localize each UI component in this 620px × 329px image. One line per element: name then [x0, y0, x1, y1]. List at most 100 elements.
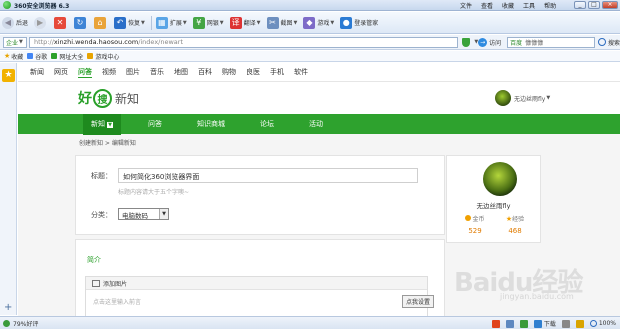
url-input[interactable]: http://xinzhi.wenda.haosou.com/index/new… — [28, 36, 459, 48]
shield-icon[interactable] — [462, 37, 471, 47]
nav-mobile[interactable]: 手机 — [270, 67, 284, 77]
xp-value: 468 — [508, 227, 522, 235]
mode-selector[interactable]: 企业 ▼ — [3, 36, 27, 48]
section-nav-qa[interactable]: 问答 — [148, 119, 162, 129]
nav-news[interactable]: 新闻 — [30, 67, 44, 77]
search-input[interactable]: 百度 慷慷慷 — [507, 36, 596, 48]
menu-favorites[interactable]: 收藏 — [502, 1, 514, 10]
back-button[interactable]: ◀ 后退 — [2, 16, 28, 29]
maximize-button[interactable]: □ — [588, 1, 600, 9]
ime-logo-icon — [491, 319, 500, 328]
chevron-down-icon: ▼ — [293, 19, 298, 26]
url-actions: ▼ → 访问 — [462, 37, 501, 47]
search-button-label: 搜索 — [608, 39, 620, 47]
add-icon[interactable]: + — [4, 302, 12, 313]
menu-help[interactable]: 帮助 — [544, 1, 556, 10]
favorites-menu[interactable]: ★ 收藏 — [4, 52, 23, 61]
logo-hao: 好 — [78, 91, 92, 107]
stop-button[interactable]: ✕ — [54, 16, 68, 29]
login-button[interactable]: ● 登录管家 — [340, 16, 378, 29]
section-nav-xinzhi-label: 新知 — [91, 120, 105, 128]
tray-icon-4[interactable] — [575, 319, 584, 328]
game-button[interactable]: ◆ 游戏 ▼ — [303, 16, 334, 29]
category-select[interactable]: 电脑数码 ▼ — [118, 208, 169, 220]
settings-tip-button[interactable]: 点我设置 — [402, 295, 435, 308]
section-nav-forum[interactable]: 论坛 — [260, 119, 274, 129]
menu-bar: 文件 查看 收藏 工具 帮助 — [460, 0, 565, 11]
tray-icon-2[interactable] — [519, 319, 528, 328]
nav-map[interactable]: 地图 — [174, 67, 188, 77]
nav-baike[interactable]: 百科 — [198, 67, 212, 77]
title-bar: 360安全浏览器 6.3 文件 查看 收藏 工具 帮助 _ □ × — [0, 0, 620, 11]
chevron-down-icon: ▼ — [182, 19, 187, 26]
fav-hao360[interactable]: 网址大全 — [51, 52, 83, 61]
nav-software[interactable]: 软件 — [294, 67, 308, 77]
game-label: 游戏 — [317, 20, 330, 27]
restore-button[interactable]: ↶ 恢复 ▼ — [114, 16, 145, 29]
go-icon[interactable]: → — [478, 37, 488, 47]
screenshot-label: 截图 — [280, 20, 293, 27]
section-nav-events[interactable]: 活动 — [309, 119, 323, 129]
favorites-star-icon[interactable]: ★ — [2, 69, 15, 82]
menu-tools[interactable]: 工具 — [523, 1, 535, 10]
nav-video[interactable]: 视频 — [102, 67, 116, 77]
avatar[interactable] — [483, 162, 517, 196]
search-text: 慷慷慷 — [525, 39, 544, 47]
menu-view[interactable]: 查看 — [481, 1, 493, 10]
site-logo[interactable]: 好 搜 新知 — [78, 88, 139, 108]
ime-icon[interactable] — [491, 319, 500, 328]
fav-google[interactable]: 谷歌 — [27, 52, 47, 61]
download-button[interactable]: 下载 — [533, 319, 556, 328]
watermark-url: jingyan.baidu.com — [500, 292, 574, 301]
browser-logo-icon — [3, 1, 11, 9]
refresh-button[interactable]: ↻ — [74, 16, 88, 29]
add-image-button[interactable]: 添加图片 — [103, 279, 127, 288]
brand-row: 好 搜 新知 无边丝雨fly ▼ — [18, 82, 620, 114]
tray-app-icon — [575, 319, 584, 328]
section-nav-xinzhi[interactable]: 新知 ▼ — [83, 113, 121, 135]
user-menu[interactable]: 无边丝雨fly ▼ — [495, 90, 550, 106]
profile-name[interactable]: 无边丝雨fly — [447, 200, 540, 210]
extend-button[interactable]: ▦ 扩展 ▼ — [155, 16, 187, 29]
netbank-button[interactable]: ¥ 网银 ▼ — [192, 16, 224, 29]
translate-button[interactable]: 译 翻译 ▼ — [229, 16, 261, 29]
home-button[interactable]: ⌂ — [94, 16, 108, 29]
section-nav: 新知 ▼ 问答 知识商城 论坛 活动 — [18, 113, 620, 135]
minimize-button[interactable]: _ — [574, 1, 586, 9]
status-bar: 79%好评 下载 100% — [0, 316, 620, 329]
url-prefix: http:// — [33, 38, 54, 46]
search-button[interactable]: 搜索 — [598, 38, 620, 47]
forward-button[interactable]: ▶ — [34, 16, 48, 29]
screenshot-button[interactable]: ✂ 截图 ▼ — [266, 16, 298, 29]
rating-status[interactable]: 79%好评 — [3, 319, 38, 328]
nav-qa[interactable]: 问答 — [78, 67, 92, 78]
nav-music[interactable]: 音乐 — [150, 67, 164, 77]
coins-value: 529 — [468, 227, 482, 235]
title-input[interactable]: 如何简化360浏览器界面 — [118, 168, 418, 183]
tray-icon-1[interactable] — [505, 319, 514, 328]
fav-game-center[interactable]: 游戏中心 — [87, 52, 119, 61]
home-icon: ⌂ — [94, 16, 107, 29]
netbank-label: 网银 — [206, 20, 219, 27]
chevron-down-icon: ▼ — [219, 19, 224, 26]
tray-icon-3[interactable] — [561, 319, 570, 328]
section-nav-store[interactable]: 知识商城 — [197, 119, 225, 129]
title-hint: 标题内容请大于五个字噢~ — [118, 189, 190, 196]
category-label: 分类： — [91, 211, 112, 219]
nav-doctor[interactable]: 良医 — [246, 67, 260, 77]
visit-button[interactable]: 访问 — [489, 38, 501, 47]
zoom-control[interactable]: 100% — [589, 320, 616, 327]
search-engine-label[interactable]: 百度 — [510, 38, 522, 47]
intro-editor[interactable]: 添加图片 点击这里输入前言 — [85, 276, 428, 316]
extend-label: 扩展 — [169, 20, 182, 27]
nav-shopping[interactable]: 购物 — [222, 67, 236, 77]
close-button[interactable]: × — [602, 1, 618, 9]
menu-file[interactable]: 文件 — [460, 1, 472, 10]
editor-toolbar: 添加图片 — [86, 277, 427, 290]
nav-image[interactable]: 图片 — [126, 67, 140, 77]
nav-web[interactable]: 网页 — [54, 67, 68, 77]
refresh-icon: ↻ — [74, 16, 87, 29]
status-tray: 下载 100% — [486, 319, 616, 328]
forward-arrow-icon: ▶ — [34, 16, 47, 29]
rating-icon — [3, 319, 10, 327]
